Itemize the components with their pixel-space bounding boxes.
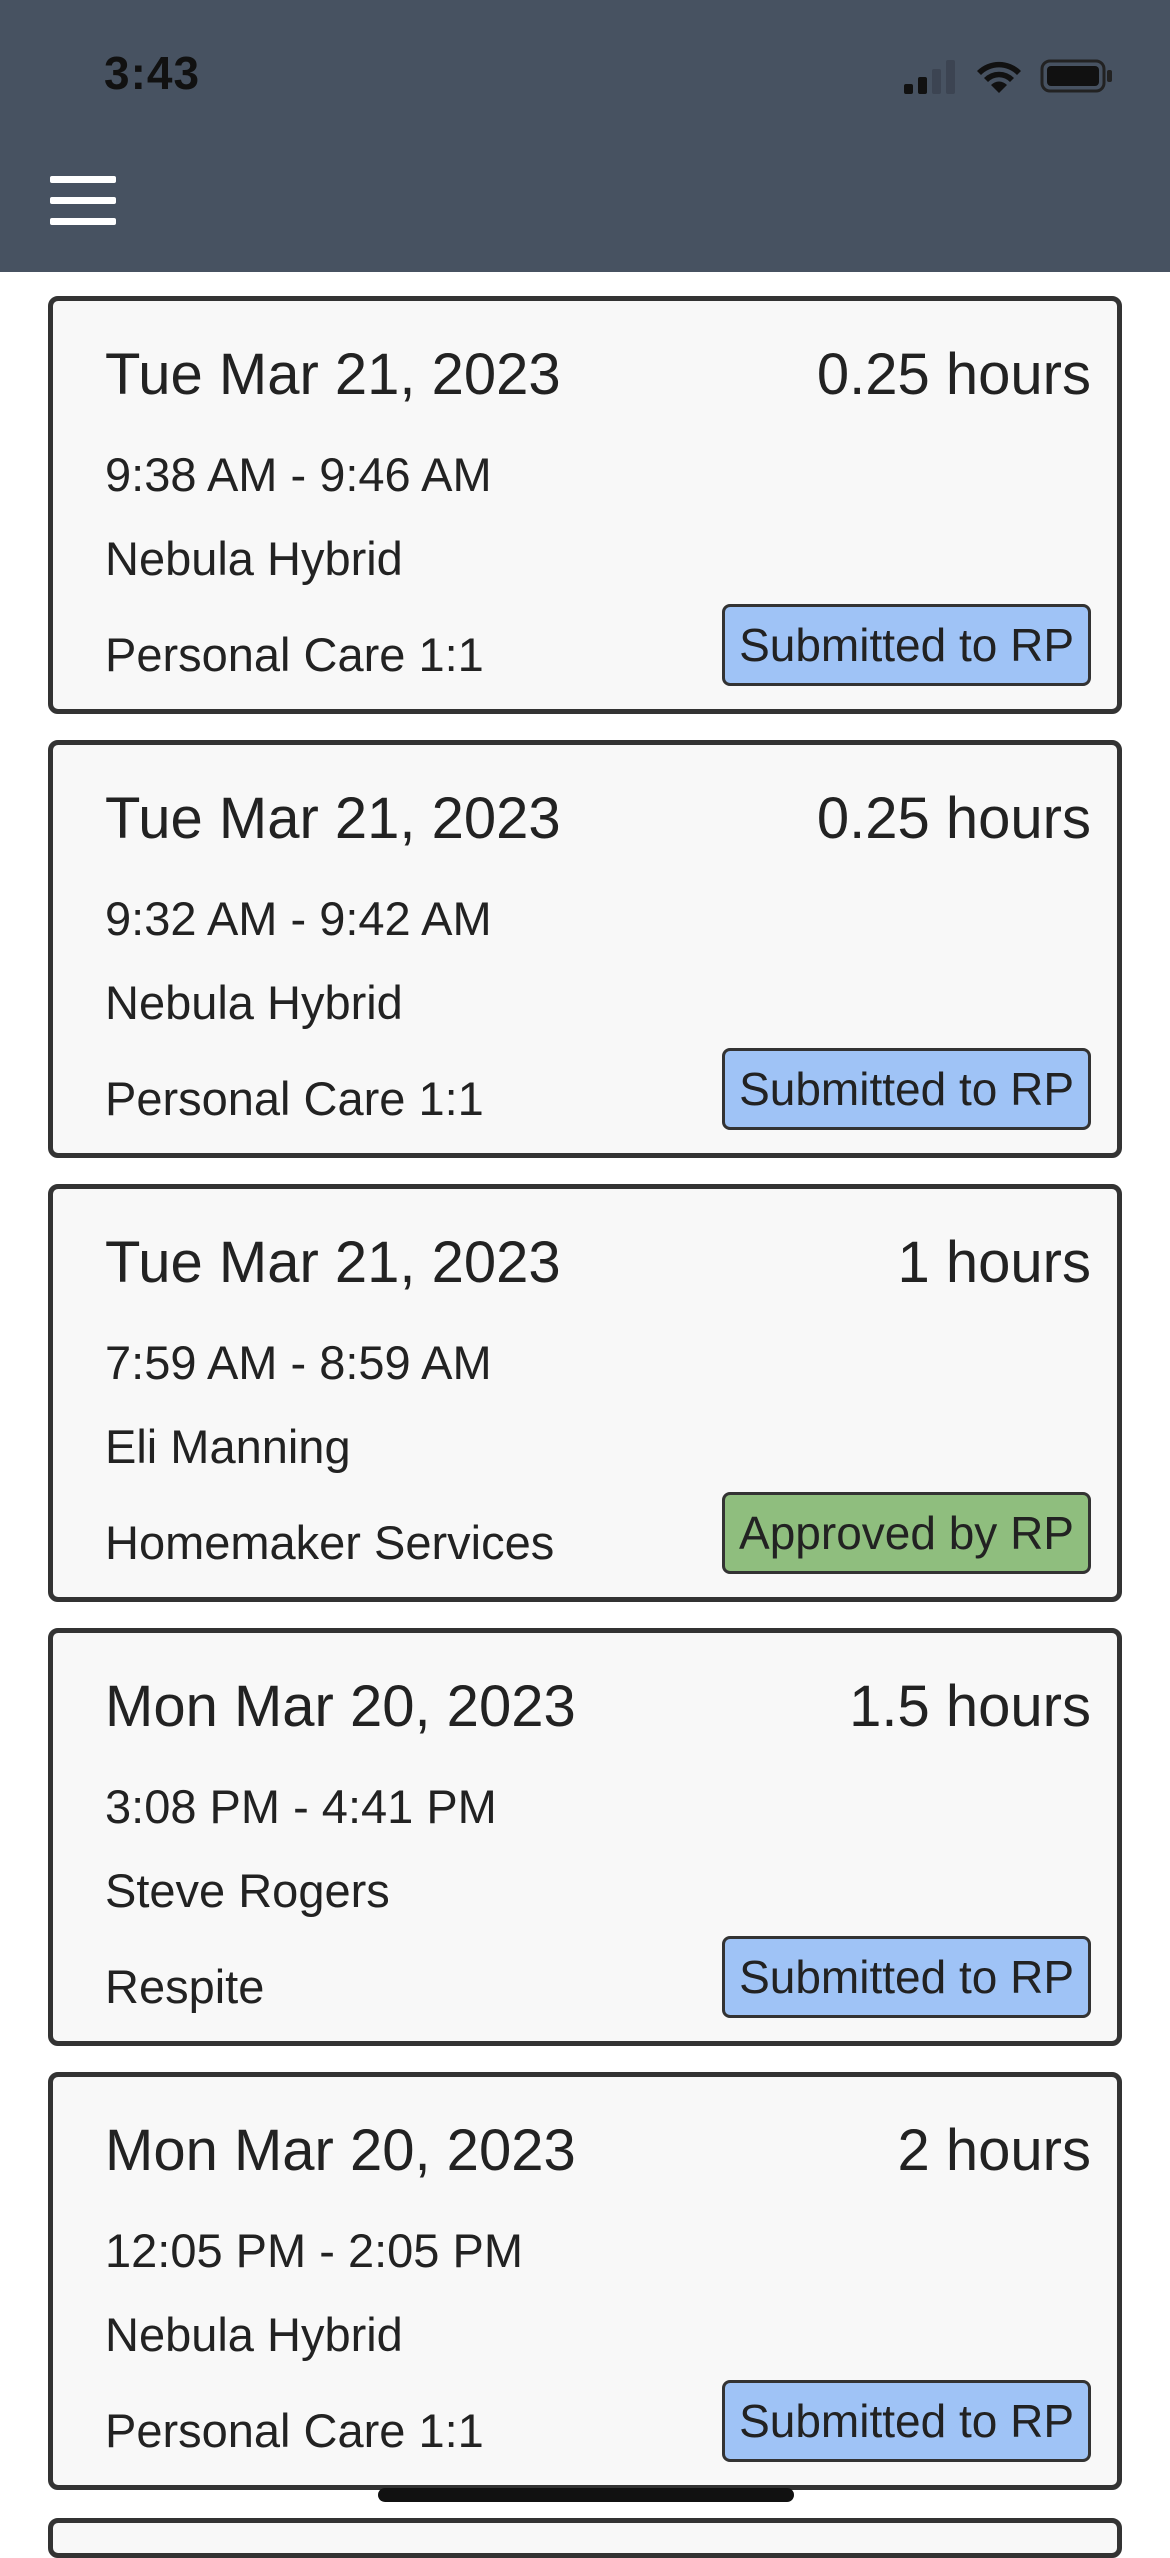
entry-service: Respite	[105, 1960, 265, 2013]
home-indicator[interactable]	[378, 2488, 794, 2502]
entry-date: Tue Mar 21, 2023	[105, 342, 561, 407]
timesheet-card-partial[interactable]	[48, 2518, 1122, 2558]
status-time: 3:43	[104, 47, 201, 99]
entry-service: Personal Care 1:1	[105, 1072, 484, 1125]
timesheet-card[interactable]: Tue Mar 21, 2023 0.25 hours 9:38 AM - 9:…	[48, 296, 1122, 714]
timesheet-list: Tue Mar 21, 2023 0.25 hours 9:38 AM - 9:…	[48, 296, 1122, 2516]
cellular-signal-icon	[904, 60, 955, 94]
entry-hours: 1.5 hours	[849, 1674, 1091, 1739]
entry-date: Tue Mar 21, 2023	[105, 786, 561, 851]
entry-client: Nebula Hybrid	[105, 2308, 403, 2361]
timesheet-card[interactable]: Mon Mar 20, 2023 2 hours 12:05 PM - 2:05…	[48, 2072, 1122, 2490]
status-badge: Submitted to RP	[722, 1048, 1091, 1130]
app-header: 3:43	[0, 0, 1170, 272]
status-badge: Submitted to RP	[722, 2380, 1091, 2462]
entry-client: Steve Rogers	[105, 1864, 390, 1917]
status-badge: Approved by RP	[722, 1492, 1091, 1574]
entry-hours: 1 hours	[897, 1230, 1091, 1295]
entry-hours: 0.25 hours	[816, 786, 1091, 851]
entry-date: Mon Mar 20, 2023	[105, 1674, 576, 1739]
timesheet-card[interactable]: Tue Mar 21, 2023 1 hours 7:59 AM - 8:59 …	[48, 1184, 1122, 1602]
entry-service: Personal Care 1:1	[105, 2404, 484, 2457]
entry-hours: 2 hours	[897, 2118, 1091, 2183]
wifi-icon	[977, 61, 1021, 93]
entry-time-range: 3:08 PM - 4:41 PM	[105, 1780, 497, 1833]
timesheet-card[interactable]: Tue Mar 21, 2023 0.25 hours 9:32 AM - 9:…	[48, 740, 1122, 1158]
entry-client: Nebula Hybrid	[105, 532, 403, 585]
entry-time-range: 12:05 PM - 2:05 PM	[105, 2224, 523, 2277]
status-badge: Submitted to RP	[722, 604, 1091, 686]
entry-service: Homemaker Services	[105, 1516, 555, 1569]
battery-icon	[1040, 59, 1112, 93]
entry-time-range: 9:32 AM - 9:42 AM	[105, 892, 492, 945]
entry-service: Personal Care 1:1	[105, 628, 484, 681]
timesheet-card[interactable]: Mon Mar 20, 2023 1.5 hours 3:08 PM - 4:4…	[48, 1628, 1122, 2046]
entry-time-range: 9:38 AM - 9:46 AM	[105, 448, 492, 501]
status-badge: Submitted to RP	[722, 1936, 1091, 2018]
entry-hours: 0.25 hours	[816, 342, 1091, 407]
hamburger-menu-icon[interactable]	[50, 176, 116, 226]
entry-date: Tue Mar 21, 2023	[105, 1230, 561, 1295]
entry-client: Eli Manning	[105, 1420, 351, 1473]
entry-date: Mon Mar 20, 2023	[105, 2118, 576, 2183]
status-icons	[904, 56, 1114, 96]
entry-client: Nebula Hybrid	[105, 976, 403, 1029]
entry-time-range: 7:59 AM - 8:59 AM	[105, 1336, 492, 1389]
